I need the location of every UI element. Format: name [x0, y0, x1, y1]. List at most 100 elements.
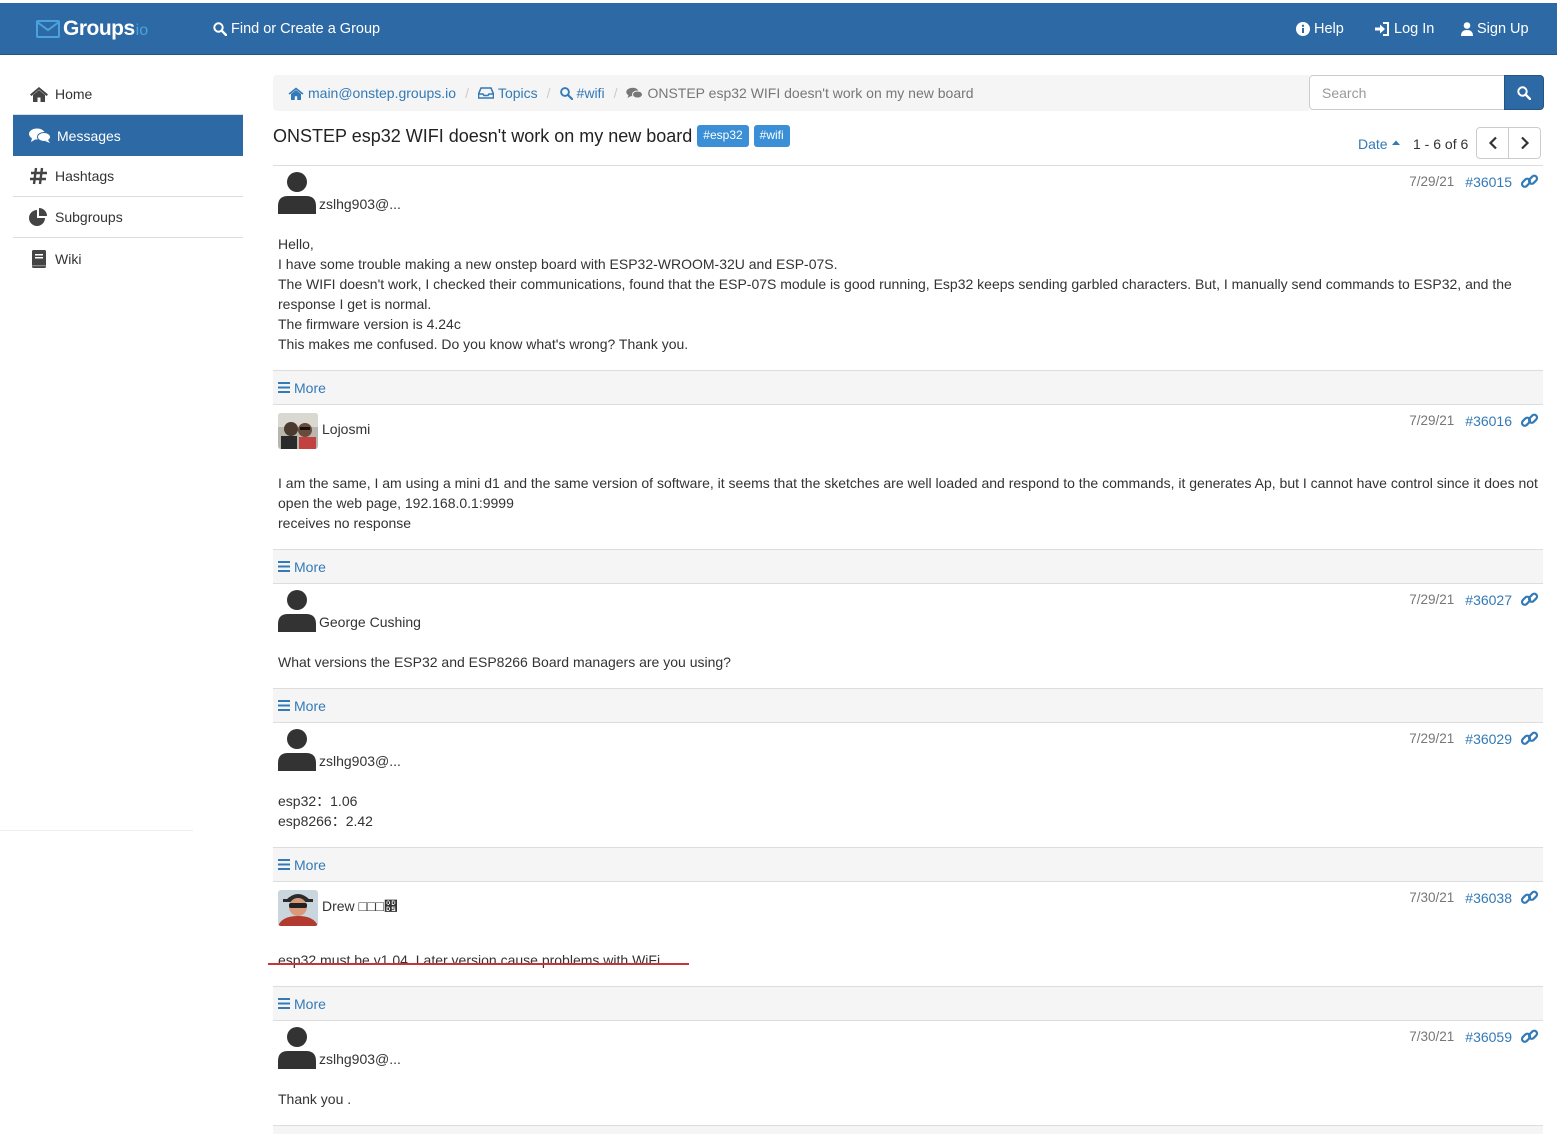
message-header: zslhg903@... 7/29/21 #36029	[273, 723, 1543, 783]
message-author[interactable]: zslhg903@...	[319, 196, 401, 212]
message-body-line: Thank you .	[278, 1091, 352, 1107]
search-icon	[213, 22, 227, 36]
message-body: esp32：1.06 esp8266：2.42	[273, 783, 1543, 847]
message-item: Lojosmi 7/29/21 #36016 I am the same, I am …	[273, 404, 1543, 583]
permalink-button[interactable]	[1520, 1027, 1539, 1046]
sidebar-item-wiki[interactable]: Wiki	[13, 238, 243, 279]
message-author[interactable]: Lojosmi	[322, 421, 370, 437]
sidebar-item-label: Wiki	[55, 250, 82, 267]
avatar[interactable]	[278, 890, 318, 926]
message-number-link[interactable]: #36038	[1465, 890, 1512, 906]
message-author[interactable]: George Cushing	[319, 614, 421, 630]
more-button[interactable]: More	[273, 688, 1543, 722]
breadcrumb-hashtag[interactable]: #wifi	[559, 85, 605, 101]
message-meta: 7/30/21 #36038	[1409, 888, 1539, 907]
breadcrumb-group-label: main@onstep.groups.io	[308, 85, 457, 101]
message-item: George Cushing 7/29/21 #36027 What versions…	[273, 583, 1543, 722]
message-meta: 7/29/21 #36016	[1409, 411, 1539, 430]
next-page-button[interactable]	[1508, 127, 1541, 159]
permalink-button[interactable]	[1520, 888, 1539, 907]
message-count: 1 - 6 of 6	[1413, 136, 1469, 152]
sidebar-item-home[interactable]: Home	[13, 74, 243, 115]
sidebar-item-label: Home	[55, 86, 93, 102]
user-icon	[1461, 22, 1473, 36]
avatar[interactable]	[278, 729, 316, 771]
breadcrumb-topics[interactable]: Topics	[477, 85, 538, 101]
permalink-icon	[1520, 1029, 1539, 1043]
message-author[interactable]: zslhg903@...	[319, 753, 401, 769]
message-body: What versions the ESP32 and ESP8266 Boar…	[273, 644, 1543, 688]
message-number-link[interactable]: #36027	[1465, 592, 1512, 608]
breadcrumb-group[interactable]: main@onstep.groups.io	[288, 85, 456, 101]
message-list: zslhg903@... 7/29/21 #36015 Hello, I have so…	[273, 165, 1543, 1134]
login-link[interactable]: Log In	[1374, 3, 1434, 55]
message-body-line: This makes me confused. Do you know what…	[278, 336, 689, 352]
permalink-button[interactable]	[1520, 411, 1539, 430]
sidebar-item-messages[interactable]: Messages	[13, 115, 243, 156]
more-label: More	[294, 558, 326, 575]
message-header: zslhg903@... 7/30/21 #36059	[273, 1021, 1543, 1081]
more-button[interactable]: More	[273, 986, 1543, 1020]
red-underline-mark	[268, 963, 689, 965]
permalink-icon	[1520, 890, 1539, 904]
message-date: 7/29/21	[1409, 413, 1455, 428]
message-date: 7/29/21	[1409, 174, 1455, 189]
signup-link[interactable]: Sign Up	[1461, 3, 1529, 55]
sidebar-item-hashtags[interactable]: Hashtags	[13, 156, 243, 197]
avatar[interactable]	[278, 1027, 316, 1069]
avatar[interactable]	[278, 590, 316, 632]
previous-page-button[interactable]	[1476, 127, 1509, 159]
more-button[interactable]: More	[273, 549, 1543, 583]
more-button[interactable]: More	[273, 370, 1543, 404]
message-author[interactable]: zslhg903@...	[319, 1051, 401, 1067]
sort-by-date-button[interactable]: Date	[1358, 136, 1401, 152]
message-author[interactable]: Drew □□□෕	[322, 898, 398, 914]
help-link[interactable]: Help	[1296, 3, 1344, 55]
search-button[interactable]	[1504, 75, 1544, 110]
message-body-line: I am the same, I am using a mini d1 and …	[278, 475, 1538, 511]
permalink-icon	[1520, 174, 1539, 188]
search-input[interactable]	[1309, 75, 1505, 110]
sidebar-item-label: Hashtags	[55, 168, 115, 184]
groups-io-logo[interactable]: Groups io	[36, 15, 148, 43]
message-header: Drew □□□෕ 7/30/21 #36038	[273, 882, 1543, 942]
message-body-line: I have some trouble making a new onstep …	[278, 256, 838, 272]
message-number-link[interactable]: #36015	[1465, 174, 1512, 190]
message-body: I am the same, I am using a mini d1 and …	[273, 465, 1543, 549]
message-body-line: What versions the ESP32 and ESP8266 Boar…	[278, 654, 731, 670]
bars-icon	[278, 700, 290, 711]
breadcrumb-hashtag-label: #wifi	[576, 85, 605, 101]
info-icon	[1296, 22, 1310, 36]
login-label: Log In	[1394, 21, 1435, 37]
message-date: 7/30/21	[1409, 1029, 1455, 1044]
permalink-icon	[1520, 413, 1539, 427]
find-create-label: Find or Create a Group	[231, 21, 381, 37]
permalink-button[interactable]	[1520, 590, 1539, 609]
more-button[interactable]: More	[273, 847, 1543, 881]
permalink-button[interactable]	[1520, 729, 1539, 748]
avatar[interactable]	[278, 413, 318, 449]
more-button[interactable]: More	[273, 1125, 1543, 1134]
message-meta: 7/29/21 #36015	[1409, 172, 1539, 191]
breadcrumb-separator: /	[465, 85, 469, 101]
permalink-button[interactable]	[1520, 172, 1539, 191]
brand-io: io	[135, 22, 149, 39]
message-number-link[interactable]: #36016	[1465, 413, 1512, 429]
message-number-link[interactable]: #36029	[1465, 731, 1512, 747]
avatar[interactable]	[278, 172, 316, 214]
message-item: zslhg903@... 7/30/21 #36059 Thank you . More	[273, 1020, 1543, 1134]
message-number-link[interactable]: #36059	[1465, 1029, 1512, 1045]
comments-icon	[29, 128, 51, 143]
book-icon	[32, 249, 46, 268]
sidebar-item-subgroups[interactable]: Subgroups	[13, 197, 243, 238]
message-item: zslhg903@... 7/29/21 #36029 esp32：1.06 esp82…	[273, 722, 1543, 881]
brand-word: Groups	[63, 17, 135, 40]
hashtag-badge-esp32[interactable]: #esp32	[697, 125, 749, 147]
breadcrumb-separator: /	[546, 85, 551, 101]
message-meta: 7/29/21 #36029	[1409, 729, 1539, 748]
breadcrumb: main@onstep.groups.io / Topics / #wifi /…	[273, 75, 1309, 111]
sidebar-divider	[0, 830, 193, 831]
find-create-group-link[interactable]: Find or Create a Group	[213, 3, 380, 55]
message-item: zslhg903@... 7/29/21 #36015 Hello, I have so…	[273, 165, 1543, 404]
hashtag-badge-wifi[interactable]: #wifi	[753, 125, 790, 147]
